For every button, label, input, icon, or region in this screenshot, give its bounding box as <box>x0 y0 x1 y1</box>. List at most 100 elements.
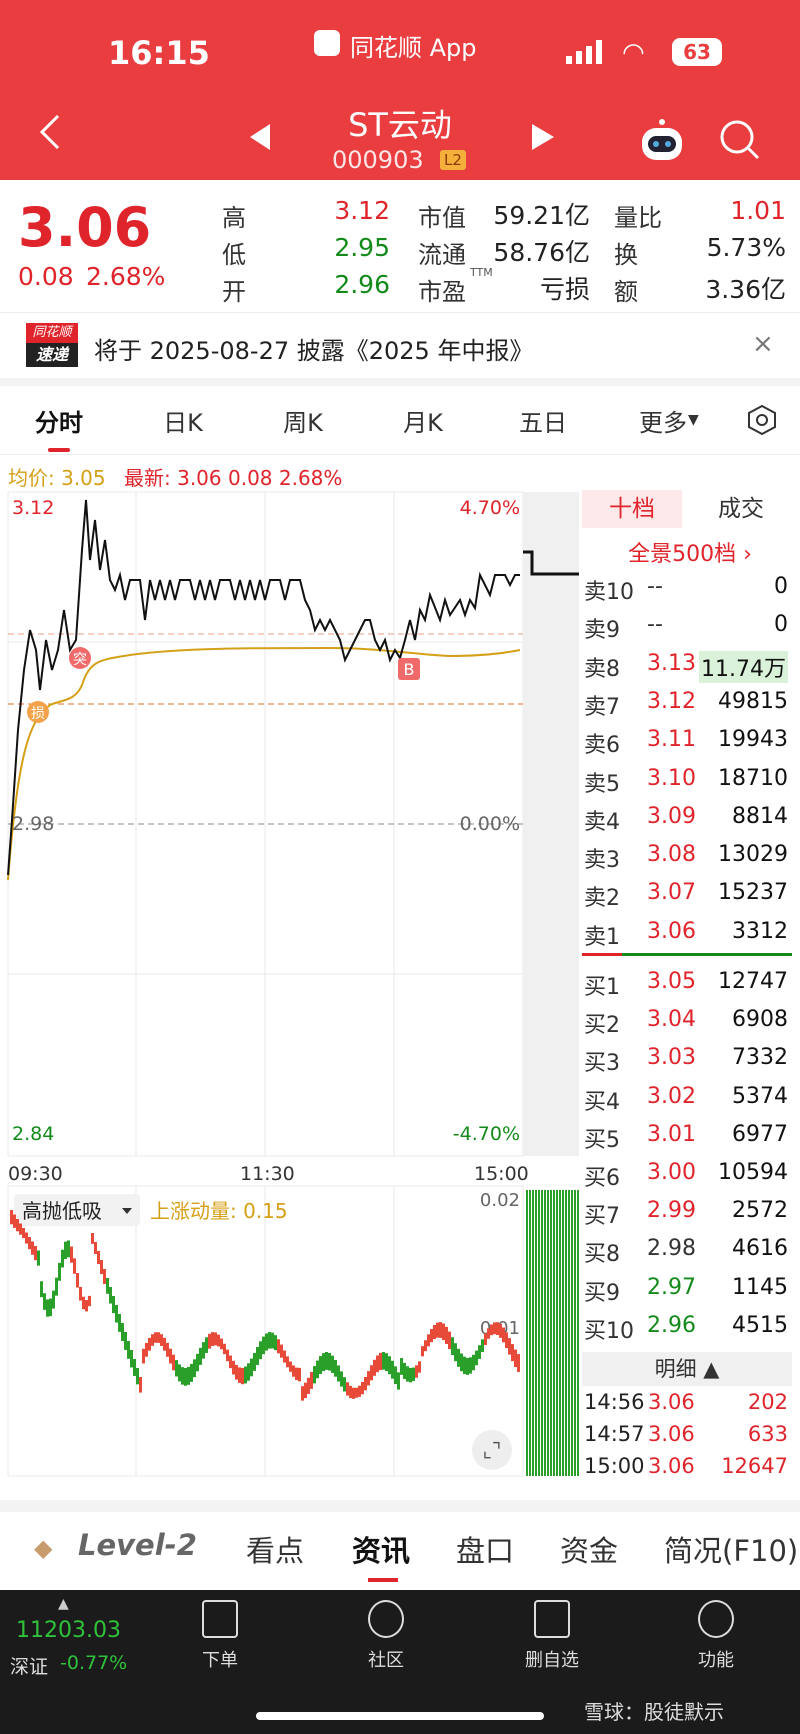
ask-row[interactable]: 卖8 3.13 11.74万 <box>582 645 792 683</box>
index-value[interactable]: 11203.03 <box>16 1618 121 1643</box>
bid-row[interactable]: 买1 3.05 12747 <box>582 963 792 1001</box>
ask-row[interactable]: 卖5 3.10 18710 <box>582 760 792 798</box>
trade-row: 14:56 3.06 202 <box>582 1390 792 1422</box>
post-market-bar <box>568 1190 570 1476</box>
indicator-bar <box>178 1364 181 1382</box>
indicator-bar <box>304 1382 307 1399</box>
indicator-bar <box>412 1367 415 1382</box>
bid-row[interactable]: 买10 2.96 4515 <box>582 1307 792 1345</box>
indicator-bar <box>226 1349 229 1362</box>
indicator-bar <box>34 1246 37 1261</box>
back-icon[interactable] <box>38 112 62 156</box>
search-icon[interactable] <box>718 118 762 166</box>
indicator-bar <box>403 1362 406 1380</box>
tab-day-k[interactable]: 日K <box>128 403 238 438</box>
bid-row[interactable]: 买5 3.01 6977 <box>582 1116 792 1154</box>
bid-row[interactable]: 买7 2.99 2572 <box>582 1192 792 1230</box>
ask-row[interactable]: 卖2 3.07 15237 <box>582 874 792 912</box>
ask-row[interactable]: 卖3 3.08 13029 <box>582 836 792 874</box>
ask-row[interactable]: 卖4 3.09 8814 <box>582 798 792 836</box>
tab-trades[interactable]: 成交 <box>686 490 796 528</box>
tab-five-day[interactable]: 五日 <box>488 403 598 438</box>
indicator-bar <box>358 1385 361 1397</box>
next-stock-icon[interactable] <box>532 124 554 154</box>
bid-volume: 6908 <box>732 1007 788 1033</box>
indicator-bar <box>13 1214 16 1228</box>
more-dropdown-icon[interactable]: ▼ <box>688 412 699 428</box>
ask-row[interactable]: 卖7 3.12 49815 <box>582 683 792 721</box>
bid-row[interactable]: 买4 3.02 5374 <box>582 1078 792 1116</box>
nav-functions[interactable]: 功能 <box>666 1600 766 1672</box>
bid-row[interactable]: 买9 2.97 1145 <box>582 1269 792 1307</box>
bid-row[interactable]: 买8 2.98 4616 <box>582 1230 792 1268</box>
volume-ratio-label: 量比 <box>614 204 662 232</box>
nav-remove-watchlist[interactable]: 删自选 <box>502 1600 602 1672</box>
indicator-bar <box>322 1353 325 1372</box>
tab-highlights[interactable]: 看点 <box>246 1528 304 1570</box>
indicator-bar <box>73 1258 76 1274</box>
tab-level2[interactable]: Level-2 <box>78 1528 197 1562</box>
volume-ratio-value: 1.01 <box>730 196 786 225</box>
bid-row[interactable]: 买3 3.03 7332 <box>582 1039 792 1077</box>
bid-row[interactable]: 买6 3.00 10594 <box>582 1154 792 1192</box>
intraday-chart[interactable]: 突 损 B 3.12 4.70% 2.98 0.00% 2.84 -4.70% … <box>0 490 580 1490</box>
indicator-bar <box>190 1363 193 1382</box>
indicator-bar <box>241 1367 244 1385</box>
tab-week-k[interactable]: 周K <box>248 403 358 438</box>
ask-row[interactable]: 卖1 3.06 3312 <box>582 913 792 951</box>
indicator-bar <box>94 1242 97 1254</box>
indicator-bar <box>502 1327 505 1343</box>
indicator-bar <box>49 1298 52 1317</box>
stock-title: ST云动 <box>348 106 452 144</box>
indicator-bar <box>310 1372 313 1389</box>
indicator-bar <box>205 1337 208 1353</box>
price-change-pct: 2.68% <box>86 262 166 291</box>
indicator-bar <box>25 1232 28 1244</box>
ask-label: 卖6 <box>584 733 620 759</box>
divider <box>0 454 800 455</box>
prev-stock-icon[interactable] <box>250 124 272 154</box>
ask-row[interactable]: 卖6 3.11 19943 <box>582 721 792 759</box>
close-icon[interactable]: × <box>752 329 774 359</box>
ask-volume: 8814 <box>732 803 788 829</box>
ask-row[interactable]: 卖10 -- 0 <box>582 568 792 606</box>
tab-orderbook[interactable]: 盘口 <box>456 1528 514 1570</box>
nav-order[interactable]: 下单 <box>170 1600 270 1672</box>
bid-label: 买6 <box>584 1166 620 1191</box>
tab-intraday[interactable]: 分时 <box>4 403 114 438</box>
indicator-bar <box>115 1305 118 1323</box>
tab-month-k[interactable]: 月K <box>368 403 478 438</box>
trade-time: 14:56 <box>584 1390 645 1414</box>
nav-community[interactable]: 社区 <box>336 1600 436 1672</box>
robot-assistant-icon[interactable] <box>638 118 686 166</box>
tab-ten-levels[interactable]: 十档 <box>582 490 682 528</box>
settings-hexagon-icon[interactable] <box>746 404 778 440</box>
ask-row[interactable]: 卖9 -- 0 <box>582 606 792 644</box>
indicator-bar <box>451 1337 454 1356</box>
mktcap-label: 市值 <box>418 204 466 232</box>
tab-more[interactable]: 更多 <box>608 403 718 438</box>
tab-news[interactable]: 资讯 <box>352 1528 410 1570</box>
indicator-bar <box>340 1371 343 1387</box>
notice-bar[interactable]: 同花顺 速递 将于 2025-08-27 披露《2025 年中报》 × <box>0 312 800 377</box>
tab-funds[interactable]: 资金 <box>560 1528 618 1570</box>
active-tab-indicator <box>48 448 70 452</box>
tab-f10[interactable]: 简况(F10) <box>664 1528 798 1570</box>
indicator-bar <box>142 1348 145 1364</box>
indicator-tick-002: 0.02 <box>480 1190 520 1211</box>
chart-tabs: 分时 日K 周K 月K 五日 更多 ▼ <box>0 386 800 454</box>
indicator-bar <box>364 1376 367 1391</box>
post-market-bar <box>574 1190 576 1476</box>
panorama-500-link[interactable]: 全景500档 › <box>580 536 800 568</box>
indicator-bar <box>187 1366 190 1385</box>
bid-row[interactable]: 买2 3.04 6908 <box>582 1001 792 1039</box>
indicator-bar <box>10 1210 13 1225</box>
indicator-bar <box>100 1260 103 1275</box>
avg-price-line <box>7 646 521 881</box>
indicator-bar <box>487 1328 490 1339</box>
pe-value: 亏损 <box>539 275 590 304</box>
tu-marker-text: 突 <box>73 652 87 668</box>
detail-header[interactable]: 明细 ▲ <box>582 1352 792 1386</box>
indicator-bar <box>193 1359 196 1378</box>
post-market-bar <box>547 1190 549 1476</box>
